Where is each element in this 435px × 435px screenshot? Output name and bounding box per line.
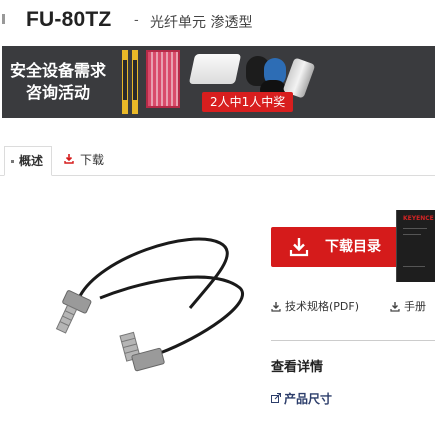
tech-spec-pdf-link[interactable]: 技术规格(PDF) xyxy=(271,299,381,315)
download-icon xyxy=(390,302,400,312)
tab-overview[interactable]: 概述 xyxy=(4,146,52,176)
powerbank-image xyxy=(188,54,242,84)
tech-spec-label: 技术规格(PDF) xyxy=(285,300,360,313)
manual-link[interactable]: 手册 xyxy=(390,299,435,315)
catalog-thumbnail[interactable]: KEYENCE xyxy=(396,210,435,282)
product-subtitle: 光纤单元 渗透型 xyxy=(150,15,253,31)
promo-badge: 2人中1人中奖 xyxy=(202,92,294,112)
banner-headline: 安全设备需求 咨询活动 xyxy=(10,60,106,104)
title-separator: - xyxy=(134,13,139,28)
manual-label: 手册 xyxy=(404,300,426,313)
download-icon xyxy=(271,302,281,312)
details-heading: 查看详情 xyxy=(271,360,324,375)
product-dimensions-label: 产品尺寸 xyxy=(284,392,333,406)
tab-bar: 概述 下载 xyxy=(0,140,435,176)
download-icon xyxy=(289,238,309,257)
download-catalog-label: 下载目录 xyxy=(325,239,381,255)
catalog-line xyxy=(403,266,425,267)
download-catalog-button[interactable]: 下载目录 xyxy=(271,227,399,267)
page-header: FU-80TZ - 光纤单元 渗透型 xyxy=(0,0,435,44)
banner-headline-line2: 咨询活动 xyxy=(26,83,91,102)
section-divider xyxy=(271,340,435,341)
promo-banner[interactable]: 安全设备需求 咨询活动 2人中1人中奖 xyxy=(2,46,435,118)
product-image xyxy=(55,237,244,372)
tab-label: 概述 xyxy=(19,154,44,168)
product-dimensions-link[interactable]: 产品尺寸 xyxy=(271,390,351,406)
header-accent-bar xyxy=(2,14,5,24)
catalog-line xyxy=(403,228,427,229)
banner-headline-line1: 安全设备需求 xyxy=(10,61,107,80)
download-icon xyxy=(64,154,74,164)
external-link-icon xyxy=(271,393,281,403)
tab-label: 下载 xyxy=(80,153,105,167)
catalog-line xyxy=(403,234,421,235)
light-curtain-image xyxy=(146,50,180,108)
catalog-brand-logo: KEYENCE xyxy=(403,215,434,222)
light-sensor-image xyxy=(122,50,138,114)
bullet-icon xyxy=(11,160,14,163)
tab-download[interactable]: 下载 xyxy=(58,146,114,176)
product-model-title: FU-80TZ xyxy=(26,8,112,31)
